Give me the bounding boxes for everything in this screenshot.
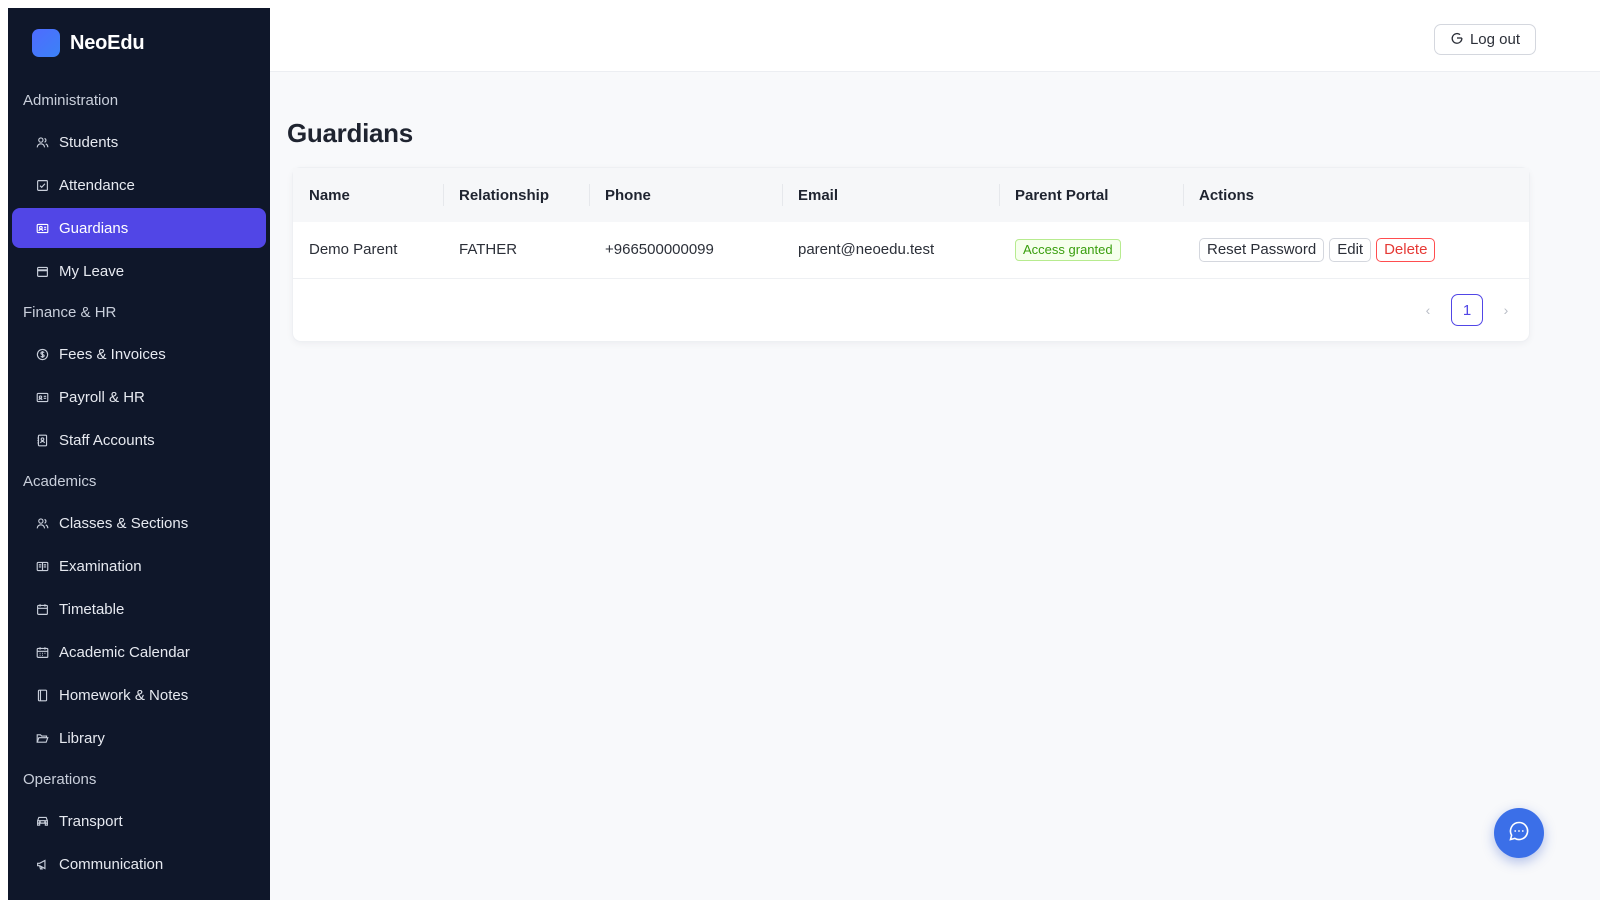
sidebar-item-label: My Leave: [59, 262, 125, 280]
dollar-circle-icon: [35, 347, 49, 361]
table-row: Demo Parent FATHER +966500000099 parent@…: [293, 222, 1529, 278]
notebook-icon: [35, 688, 49, 702]
brand-logo-icon: [32, 29, 60, 57]
sidebar-item-timetable[interactable]: Timetable: [12, 589, 266, 629]
chat-button[interactable]: [1494, 808, 1544, 858]
contacts-book-icon: [35, 433, 49, 447]
cell-phone: +966500000099: [605, 241, 714, 259]
calendar-icon: [35, 602, 49, 616]
car-icon: [35, 814, 49, 828]
column-header-parent-portal[interactable]: Parent Portal: [999, 168, 1183, 222]
top-bar: Log out: [270, 8, 1600, 72]
sidebar-item-homework-notes[interactable]: Homework & Notes: [12, 675, 266, 715]
sidebar-item-examination[interactable]: Examination: [12, 546, 266, 586]
sidebar-item-communication[interactable]: Communication: [12, 844, 266, 884]
brand[interactable]: NeoEdu: [32, 28, 145, 58]
status-badge: Access granted: [1015, 238, 1121, 261]
sidebar-item-staff-accounts[interactable]: Staff Accounts: [12, 420, 266, 460]
calendar-icon: [35, 264, 49, 278]
sidebar: NeoEdu Administration Students Attendanc…: [8, 8, 270, 900]
logout-label: Log out: [1469, 31, 1521, 48]
sidebar-item-label: Homework & Notes: [59, 686, 189, 704]
sidebar-item-label: Guardians: [59, 219, 129, 237]
sidebar-item-label: Attendance: [59, 176, 135, 194]
users-icon: [35, 135, 49, 149]
sidebar-item-library[interactable]: Library: [12, 718, 266, 758]
section-label-academics: Academics: [23, 473, 97, 490]
delete-button[interactable]: Delete: [1376, 237, 1436, 262]
section-label-finance-hr: Finance & HR: [23, 304, 117, 321]
cell-email: parent@neoedu.test: [798, 241, 935, 259]
column-header-phone[interactable]: Phone: [589, 168, 782, 222]
guardians-table-card: Name Relationship Phone Email Parent Por…: [293, 168, 1529, 341]
sidebar-item-label: Fees & Invoices: [59, 345, 166, 363]
sidebar-item-label: Transport: [59, 812, 123, 830]
sidebar-item-label: Classes & Sections: [59, 514, 189, 532]
cell-relationship: FATHER: [459, 241, 518, 259]
page-number-button[interactable]: 1: [1451, 294, 1483, 326]
check-square-icon: [35, 178, 49, 192]
sidebar-item-label: Timetable: [59, 600, 125, 618]
users-icon: [35, 516, 49, 530]
sidebar-item-classes-sections[interactable]: Classes & Sections: [12, 503, 266, 543]
sidebar-item-students[interactable]: Students: [12, 122, 266, 162]
sidebar-item-label: Students: [59, 133, 119, 151]
pagination: ‹ 1 ›: [1421, 294, 1513, 326]
cell-name: Demo Parent: [309, 241, 398, 259]
sidebar-nav: Administration Students Attendance Guard…: [8, 82, 270, 887]
sidebar-item-label: Examination: [59, 557, 142, 575]
app-frame: NeoEdu Administration Students Attendanc…: [8, 8, 1600, 900]
sidebar-item-guardians[interactable]: Guardians: [12, 208, 266, 248]
sidebar-item-label: Communication: [59, 855, 164, 873]
sidebar-item-label: Library: [59, 729, 105, 747]
section-label-operations: Operations: [23, 771, 97, 788]
section-label-administration: Administration: [23, 92, 119, 109]
logout-button[interactable]: Log out: [1434, 24, 1536, 55]
book-open-icon: [35, 559, 49, 573]
edit-button[interactable]: Edit: [1329, 237, 1372, 262]
sidebar-item-payroll-hr[interactable]: Payroll & HR: [12, 377, 266, 417]
chat-bubble-icon: [1507, 819, 1531, 848]
guardians-table: Name Relationship Phone Email Parent Por…: [293, 168, 1529, 279]
folder-open-icon: [35, 731, 49, 745]
column-header-actions: Actions: [1183, 168, 1529, 222]
next-page-icon[interactable]: ›: [1499, 302, 1513, 318]
sidebar-item-transport[interactable]: Transport: [12, 801, 266, 841]
id-card-icon: [35, 221, 49, 235]
brand-name: NeoEdu: [70, 31, 145, 54]
sidebar-item-label: Academic Calendar: [59, 643, 190, 661]
column-header-email[interactable]: Email: [782, 168, 999, 222]
cell-actions: Reset Password Edit Delete: [1183, 222, 1529, 278]
sidebar-item-fees-invoices[interactable]: Fees & Invoices: [12, 334, 266, 374]
column-header-name[interactable]: Name: [293, 168, 443, 222]
megaphone-icon: [35, 857, 49, 871]
column-header-relationship[interactable]: Relationship: [443, 168, 589, 222]
logout-icon: [1450, 31, 1464, 49]
sidebar-item-label: Staff Accounts: [59, 431, 155, 449]
calendar-grid-icon: [35, 645, 49, 659]
page-title: Guardians: [287, 118, 413, 148]
reset-password-button[interactable]: Reset Password: [1199, 237, 1325, 262]
sidebar-item-attendance[interactable]: Attendance: [12, 165, 266, 205]
id-badge-icon: [35, 390, 49, 404]
cell-parent-portal: Access granted: [999, 222, 1183, 278]
prev-page-icon[interactable]: ‹: [1421, 302, 1435, 318]
sidebar-item-my-leave[interactable]: My Leave: [12, 251, 266, 291]
sidebar-item-label: Payroll & HR: [59, 388, 145, 406]
table-header-row: Name Relationship Phone Email Parent Por…: [293, 168, 1529, 222]
sidebar-item-academic-calendar[interactable]: Academic Calendar: [12, 632, 266, 672]
